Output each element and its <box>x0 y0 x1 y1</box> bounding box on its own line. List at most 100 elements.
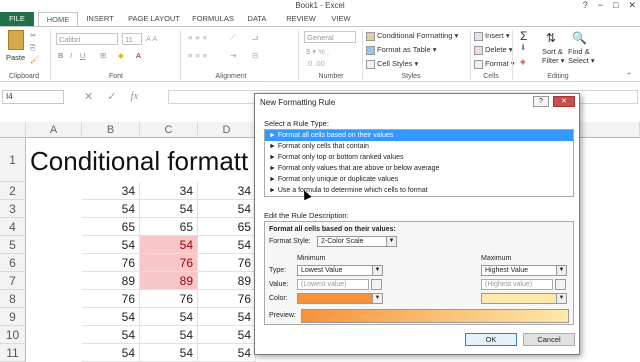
close-window-button[interactable]: ✕ <box>628 0 636 11</box>
sheet-title-cell[interactable]: Conditional formatt <box>30 146 248 177</box>
column-header-a[interactable]: A <box>26 122 82 138</box>
row-header[interactable]: 6 <box>0 254 26 272</box>
conditional-formatting-button[interactable]: Conditional Formatting ▾ <box>366 31 458 41</box>
cut-icon[interactable]: ✂ <box>30 31 36 40</box>
format-as-table-button[interactable]: Format as Table ▾ <box>366 45 436 55</box>
max-value-input[interactable]: (Highest value) <box>481 279 553 290</box>
cell-c[interactable]: 89 <box>140 272 198 290</box>
copy-icon[interactable]: ⎘ <box>30 43 36 53</box>
format-cells-button[interactable]: Format ▾ <box>474 59 515 69</box>
tab-data[interactable]: DATA <box>244 12 270 26</box>
max-type-select[interactable]: Highest Value ▼ <box>481 265 567 276</box>
cell-c[interactable]: 54 <box>140 200 198 218</box>
ok-button[interactable]: OK <box>465 333 517 346</box>
clear-icon[interactable]: ◈ <box>520 57 526 66</box>
tab-review[interactable]: REVIEW <box>284 12 318 26</box>
font-grow-icon[interactable]: A A <box>146 34 157 43</box>
help-button[interactable]: ? <box>583 0 588 11</box>
min-color-picker[interactable]: ▼ <box>297 293 383 304</box>
max-color-picker[interactable]: ▼ <box>481 293 567 304</box>
cell-c[interactable]: 54 <box>140 344 198 362</box>
tab-formulas[interactable]: FORMULAS <box>190 12 236 26</box>
rule-type-unique-duplicate[interactable]: ► Format only unique or duplicate values <box>265 174 573 185</box>
format-style-select[interactable]: 2-Color Scale ▼ <box>317 236 397 247</box>
cell-d[interactable]: 34 <box>198 182 256 200</box>
row-header[interactable]: 5 <box>0 236 26 254</box>
fill-color-icon[interactable]: ◆ <box>118 51 124 60</box>
autosum-icon[interactable]: Σ <box>520 29 527 43</box>
align-left-icons[interactable]: ≡≡≡ <box>188 51 210 60</box>
rule-type-top-bottom[interactable]: ► Format only top or bottom ranked value… <box>265 152 573 163</box>
cancel-button[interactable]: Cancel <box>523 333 575 346</box>
row-header[interactable]: 11 <box>0 344 26 362</box>
rule-type-all-cells[interactable]: ► Format all cells based on their values <box>265 130 573 141</box>
cell-c[interactable]: 54 <box>140 326 198 344</box>
row-header[interactable]: 10 <box>0 326 26 344</box>
cell-d[interactable]: 54 <box>198 344 256 362</box>
row-header[interactable]: 3 <box>0 200 26 218</box>
cell-b[interactable]: 34 <box>82 182 140 200</box>
tab-home[interactable]: HOME <box>38 12 78 27</box>
range-picker-icon[interactable] <box>371 279 382 290</box>
column-header-b[interactable]: B <box>82 122 140 138</box>
row-header[interactable]: 8 <box>0 290 26 308</box>
font-color-icon[interactable]: A <box>136 51 141 60</box>
cell-b[interactable]: 54 <box>82 344 140 362</box>
row-header[interactable]: 1 <box>0 138 26 182</box>
minimize-button[interactable]: − <box>598 0 603 11</box>
row-header[interactable]: 7 <box>0 272 26 290</box>
find-select-icon[interactable]: 🔍 <box>572 31 587 45</box>
indent-icon[interactable]: ⇥ <box>230 51 236 60</box>
cell-d[interactable]: 76 <box>198 290 256 308</box>
column-header-d[interactable]: D <box>198 122 256 138</box>
cell-b[interactable]: 54 <box>82 200 140 218</box>
cell-c[interactable]: 34 <box>140 182 198 200</box>
delete-cells-button[interactable]: Delete ▾ <box>474 45 513 55</box>
name-box[interactable]: I4 <box>2 90 64 104</box>
underline-icon[interactable]: U <box>80 51 85 60</box>
cell-b[interactable]: 89 <box>82 272 140 290</box>
cell-d[interactable]: 54 <box>198 326 256 344</box>
paste-icon[interactable] <box>8 30 24 50</box>
italic-icon[interactable]: I <box>70 51 72 60</box>
row-header[interactable]: 2 <box>0 182 26 200</box>
cell-b[interactable]: 54 <box>82 308 140 326</box>
insert-cells-button[interactable]: Insert ▾ <box>474 31 510 41</box>
cell-d[interactable]: 65 <box>198 218 256 236</box>
find-select-button[interactable]: Find & Select ▾ <box>568 47 595 65</box>
font-name-box[interactable]: Calibri <box>56 33 118 45</box>
font-size-box[interactable]: 11 <box>122 33 142 45</box>
cell-d[interactable]: 76 <box>198 254 256 272</box>
dialog-close-button[interactable]: ✕ <box>553 96 575 107</box>
cancel-icon[interactable]: ✕ <box>84 90 93 103</box>
cell-c[interactable]: 76 <box>140 290 198 308</box>
fill-icon[interactable]: ⬇ <box>520 43 526 52</box>
column-header-c[interactable]: C <box>140 122 198 138</box>
maximize-button[interactable]: □ <box>613 0 618 11</box>
cell-d[interactable]: 89 <box>198 272 256 290</box>
row-header[interactable]: 4 <box>0 218 26 236</box>
cell-styles-button[interactable]: Cell Styles ▾ <box>366 59 418 69</box>
borders-icon[interactable]: ⊞ <box>100 51 106 60</box>
paste-button[interactable]: Paste <box>6 53 25 62</box>
cell-b[interactable]: 76 <box>82 290 140 308</box>
select-all-corner[interactable] <box>0 122 26 138</box>
range-picker-icon[interactable] <box>555 279 566 290</box>
sort-filter-button[interactable]: Sort & Filter ▾ <box>542 47 565 65</box>
cell-b[interactable]: 65 <box>82 218 140 236</box>
tab-page-layout[interactable]: PAGE LAYOUT <box>124 12 184 26</box>
merge-icon[interactable]: ⊟ <box>252 51 258 60</box>
enter-icon[interactable]: ✓ <box>107 90 116 103</box>
wrap-text-icon[interactable]: ⮐ <box>252 33 259 46</box>
decimal-icons[interactable]: .0 .00 <box>306 59 325 68</box>
tab-file[interactable]: FILE <box>0 12 34 26</box>
cell-d[interactable]: 54 <box>198 308 256 326</box>
collapse-ribbon-icon[interactable]: ⌃ <box>626 71 632 80</box>
currency-percent-comma-icons[interactable]: $ ▾ % , <box>306 47 329 56</box>
cell-d[interactable]: 54 <box>198 200 256 218</box>
cell-b[interactable]: 54 <box>82 236 140 254</box>
cell-c[interactable]: 54 <box>140 236 198 254</box>
align-top-icons[interactable]: ≡≡≡ <box>188 33 210 42</box>
row-header[interactable]: 9 <box>0 308 26 326</box>
cell-c[interactable]: 65 <box>140 218 198 236</box>
